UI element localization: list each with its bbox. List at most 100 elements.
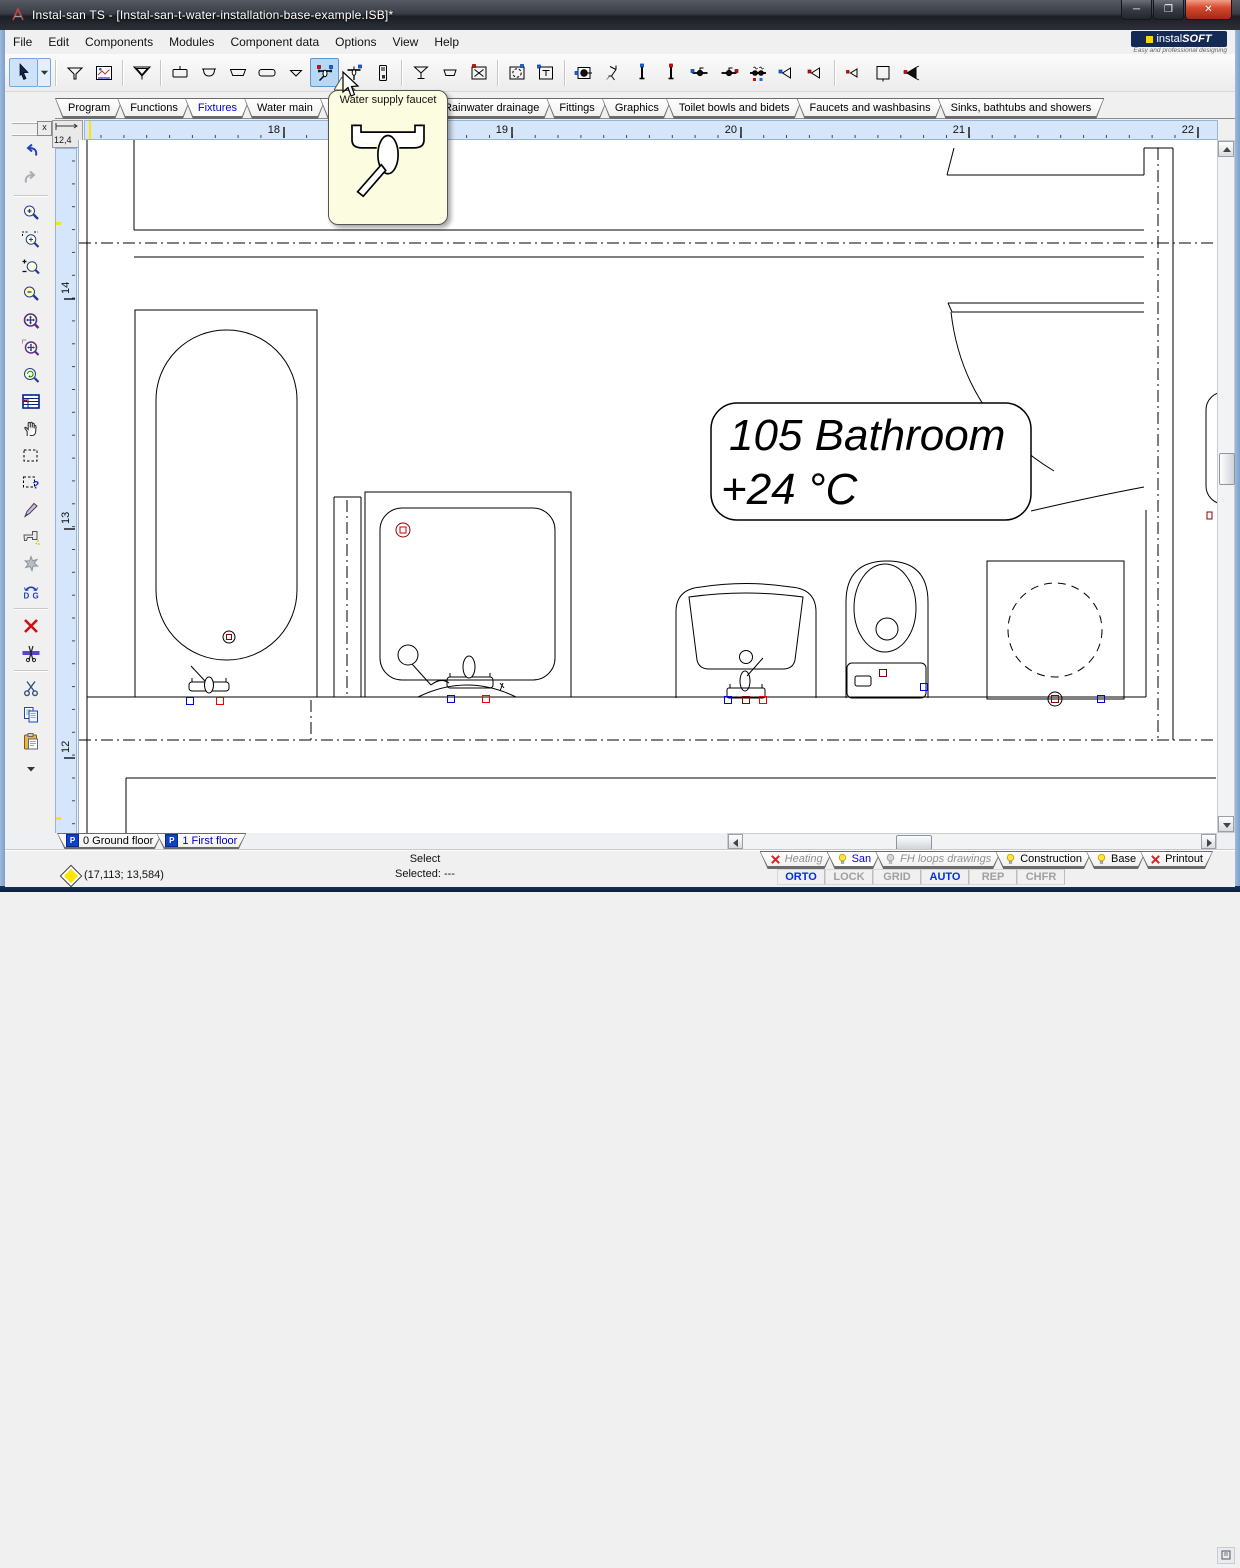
layer-tab-construction[interactable]: Construction — [995, 851, 1092, 869]
toilet[interactable] — [846, 561, 928, 698]
close-button[interactable]: ✕ — [1185, 0, 1232, 20]
zoom-adjust-button[interactable] — [17, 254, 45, 280]
select-tool-dropdown[interactable] — [38, 58, 51, 87]
zoom-out-button[interactable] — [17, 281, 45, 307]
toggle-grid[interactable]: GRID — [873, 869, 921, 885]
horizontal-scroll-thumb[interactable] — [896, 835, 932, 850]
menu-file[interactable]: File — [5, 31, 40, 53]
vertical-scrollbar[interactable] — [1217, 140, 1235, 833]
washbasin-tool[interactable] — [165, 58, 194, 87]
menu-edit[interactable]: Edit — [40, 31, 77, 53]
bathtub-tool[interactable] — [223, 58, 252, 87]
category-tab-graphics[interactable]: Graphics — [602, 98, 672, 119]
vertical-scroll-thumb[interactable] — [1219, 453, 1235, 485]
palette-grip[interactable]: x — [12, 122, 50, 136]
pen-button[interactable] — [17, 497, 45, 523]
shower-tool[interactable] — [281, 58, 310, 87]
small-valve-tool[interactable] — [839, 58, 868, 87]
scroll-down-icon[interactable] — [1218, 816, 1234, 832]
delete-button[interactable] — [17, 613, 45, 639]
toggle-rep[interactable]: REP — [969, 869, 1017, 885]
horizontal-scrollbar[interactable] — [727, 833, 1217, 850]
toggle-auto[interactable]: AUTO — [921, 869, 969, 885]
menu-components[interactable]: Components — [77, 31, 161, 53]
floor-tab-0-ground-floor[interactable]: P0 Ground floor — [57, 833, 162, 850]
layer-tab-heating[interactable]: Heating — [760, 851, 833, 869]
zoom-window-button[interactable] — [17, 227, 45, 253]
category-tab-functions[interactable]: Functions — [117, 98, 191, 119]
select-query-button[interactable]: ? — [17, 470, 45, 496]
paste-button[interactable] — [17, 729, 45, 755]
select-tool[interactable] — [9, 58, 38, 87]
menu-modules[interactable]: Modules — [161, 31, 222, 53]
filled-valve-tool[interactable] — [897, 58, 926, 87]
valve-pair-tool[interactable] — [743, 58, 772, 87]
water-heater-tool[interactable] — [368, 58, 397, 87]
scroll-left-icon[interactable] — [728, 834, 743, 849]
washing-machine[interactable] — [987, 561, 1124, 706]
check-valve-cold-tool[interactable] — [772, 58, 801, 87]
toggle-chfr[interactable]: CHFR — [1017, 869, 1065, 885]
category-tab-fittings[interactable]: Fittings — [546, 98, 607, 119]
toggle-lock[interactable]: LOCK — [825, 869, 873, 885]
funnel-fixture-tool[interactable] — [60, 58, 89, 87]
redo-button[interactable] — [17, 165, 45, 191]
tank-tool[interactable] — [435, 58, 464, 87]
maximize-button[interactable]: ❐ — [1153, 0, 1184, 20]
shower[interactable] — [365, 492, 571, 703]
zoom-in-button[interactable] — [17, 200, 45, 226]
box-component-tool[interactable] — [868, 58, 897, 87]
more-button[interactable] — [17, 756, 45, 782]
select-area-button[interactable] — [17, 443, 45, 469]
layer-tab-fh-loops-drawings[interactable]: FH loops drawings — [875, 851, 1001, 869]
minimize-button[interactable]: ─ — [1121, 0, 1152, 20]
category-tab-fixtures[interactable]: Fixtures — [185, 98, 250, 119]
category-tab-water-main[interactable]: Water main — [244, 98, 326, 119]
riser-cold-tool[interactable] — [627, 58, 656, 87]
valve-cold-tool[interactable] — [685, 58, 714, 87]
cut-button[interactable] — [17, 675, 45, 701]
menu-component-data[interactable]: Component data — [222, 31, 327, 53]
spray-button[interactable] — [17, 551, 45, 577]
pump-tool[interactable] — [569, 58, 598, 87]
valve-hot-tool[interactable] — [714, 58, 743, 87]
scroll-up-icon[interactable] — [1218, 141, 1234, 157]
urinal-tool[interactable] — [127, 58, 156, 87]
zoom-previous-button[interactable] — [17, 362, 45, 388]
rotate-button[interactable]: DG — [17, 578, 45, 604]
data-table-button[interactable] — [17, 389, 45, 415]
washing-machine-tool[interactable] — [464, 58, 493, 87]
layer-tab-san[interactable]: San — [827, 851, 882, 869]
zoom-extents-button[interactable] — [17, 308, 45, 334]
draw-off-point-tool[interactable] — [406, 58, 435, 87]
layer-tab-printout[interactable]: Printout — [1140, 851, 1213, 869]
cut-pipe-button[interactable] — [17, 640, 45, 666]
bathtub[interactable] — [135, 310, 317, 705]
zoom-pan-button[interactable] — [17, 335, 45, 361]
floor-tab-1-first-floor[interactable]: P1 First floor — [156, 833, 246, 850]
menu-options[interactable]: Options — [327, 31, 384, 53]
drawing-canvas[interactable]: 105 Bathroom +24 °C — [78, 140, 1218, 833]
category-tab-toilet-bowls-and-bidets[interactable]: Toilet bowls and bidets — [666, 98, 803, 119]
sprinkler-tool[interactable] — [598, 58, 627, 87]
room-label[interactable]: 105 Bathroom +24 °C — [711, 403, 1031, 520]
check-valve-hot-tool[interactable] — [801, 58, 830, 87]
palette-close-icon[interactable]: x — [37, 121, 52, 136]
dishwasher-tool[interactable] — [502, 58, 531, 87]
scroll-right-icon[interactable] — [1201, 834, 1216, 849]
category-tab-rainwater-drainage[interactable]: Rainwater drainage — [431, 98, 552, 119]
copy-button[interactable] — [17, 702, 45, 728]
connect-button[interactable] — [17, 524, 45, 550]
washbasin[interactable] — [676, 584, 816, 704]
sink-tool[interactable] — [194, 58, 223, 87]
category-tab-sinks-bathtubs-and-showers[interactable]: Sinks, bathtubs and showers — [938, 98, 1105, 119]
riser-hot-tool[interactable] — [656, 58, 685, 87]
layer-tab-base[interactable]: Base — [1086, 851, 1146, 869]
scrollbar-corner-button[interactable] — [1217, 1547, 1235, 1564]
category-tab-faucets-and-washbasins[interactable]: Faucets and washbasins — [797, 98, 944, 119]
component-image-tool[interactable] — [89, 58, 118, 87]
bathtub-2-tool[interactable] — [252, 58, 281, 87]
hydrant-tool[interactable] — [531, 58, 560, 87]
pan-button[interactable] — [17, 416, 45, 442]
category-tab-program[interactable]: Program — [55, 98, 123, 119]
